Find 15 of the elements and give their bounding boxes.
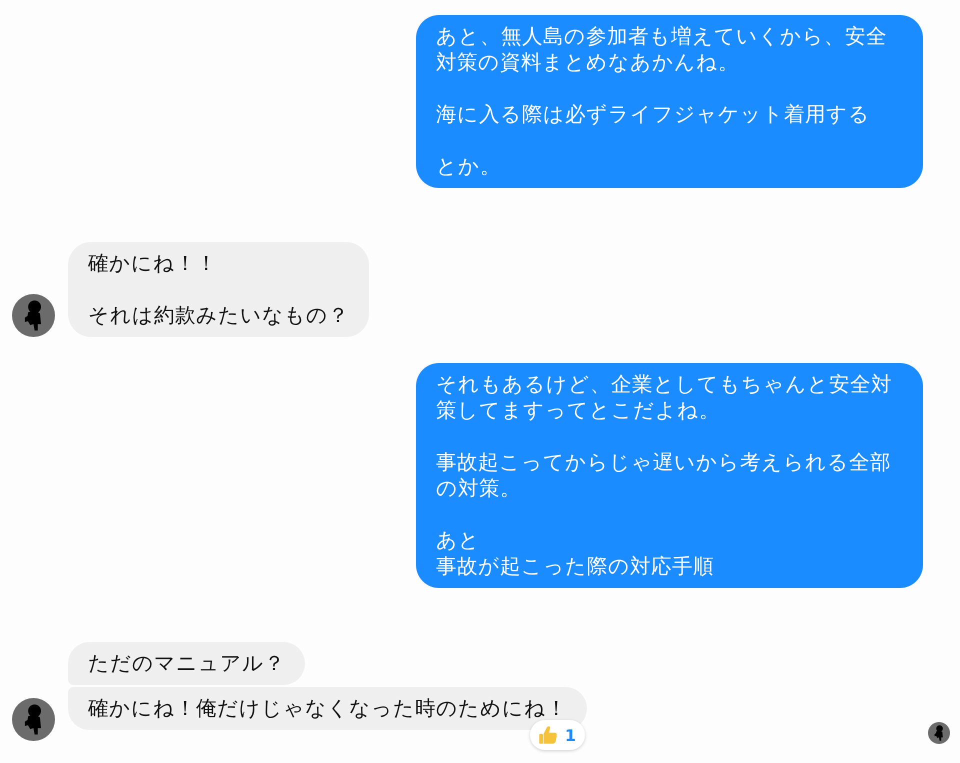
message-text: それもあるけど、企業としてもちゃんと安全対策してますってとこだよね。 [436,371,893,423]
message-text: 確かにね！俺だけじゃなくなった時のためにね！ [88,695,567,721]
message-text: それは約款みたいなもの？ [88,302,349,328]
thumbs-up-icon [536,724,559,746]
message-text: 確かにね！！ [88,250,218,276]
message-text: 事故が起こった際の対応手順 [436,553,715,579]
message-text: あと、無人島の参加者も増えていくから、安全対策の資料まとめなあかんね。 [436,23,888,75]
message-text: 事故起こってからじゃ遅いから考えられる全部の対策。 [436,449,892,501]
message-text: あと [436,527,481,553]
reaction-badge[interactable]: 1 [530,720,585,750]
avatar-icon [12,294,55,337]
message-text: ただのマニュアル？ [88,650,285,676]
message-text: 海に入る際は必ずライフジャケット着用する [436,101,871,127]
message-text: とか。 [436,153,502,179]
avatar-icon [12,698,55,741]
